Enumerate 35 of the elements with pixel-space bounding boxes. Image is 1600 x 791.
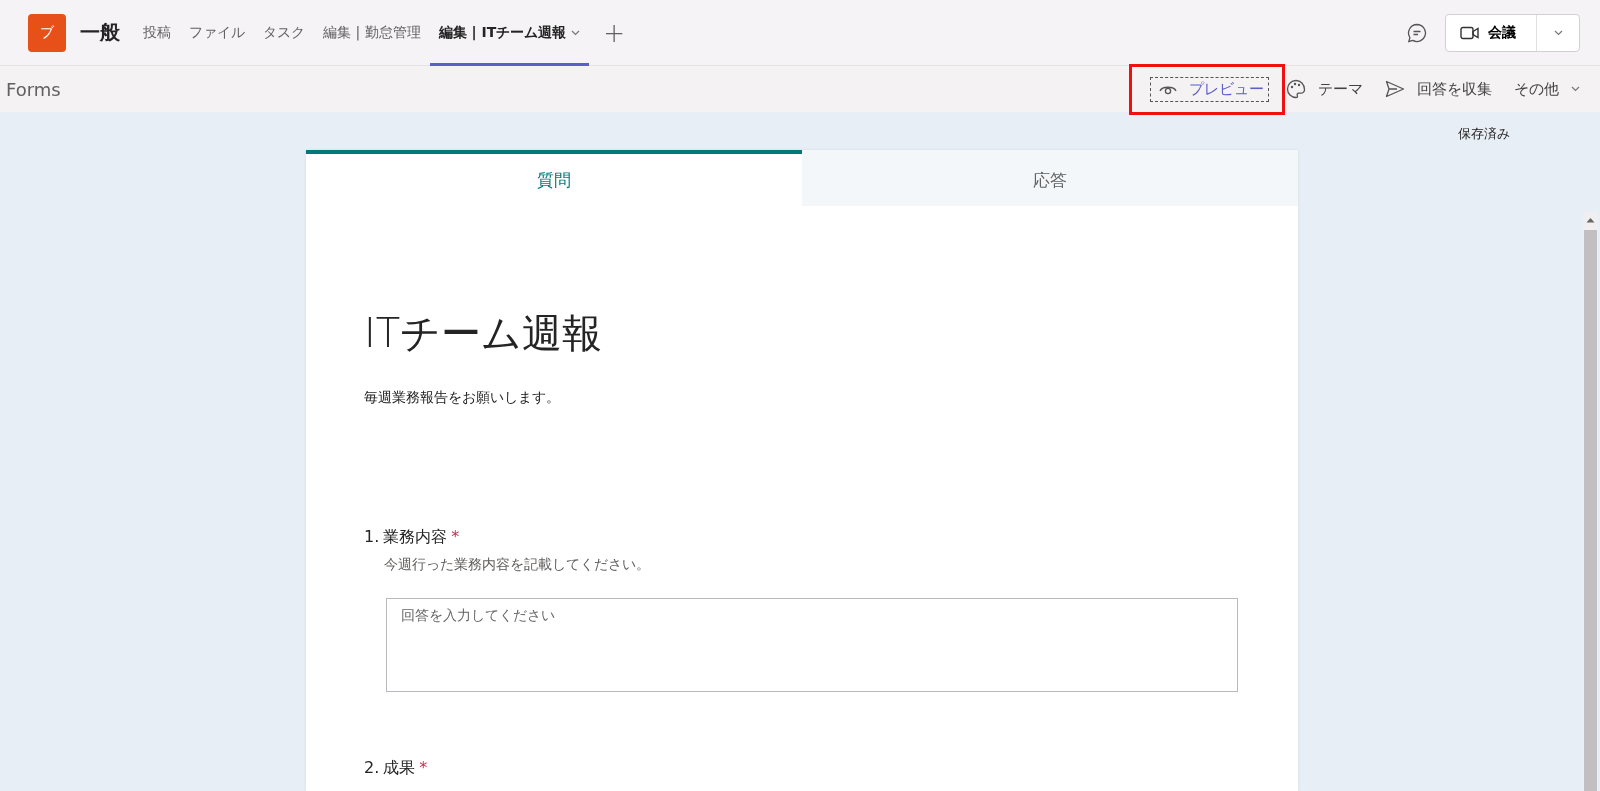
required-asterisk: *	[451, 527, 460, 548]
channel-tab[interactable]: 投稿	[134, 0, 180, 66]
channel-tab[interactable]: 編集 | 勤怠管理	[314, 0, 430, 66]
form-title: ITチーム週報	[364, 309, 604, 358]
scrollbar[interactable]	[1583, 212, 1598, 791]
required-asterisk: *	[419, 758, 428, 779]
question-number: 1.	[364, 527, 380, 548]
theme-button[interactable]: テーマ	[1282, 77, 1367, 101]
send-arrow-icon	[1385, 80, 1405, 98]
add-tab-button[interactable]: +	[589, 17, 640, 48]
channel-tab[interactable]: ファイル	[180, 0, 254, 66]
channel-name: 一般	[80, 19, 120, 46]
chevron-down-icon	[571, 29, 581, 36]
more-button[interactable]: その他	[1510, 77, 1584, 101]
answer-field[interactable]: 回答を入力してください	[386, 598, 1238, 692]
question-title: 成果	[383, 758, 416, 779]
question-subtitle: 今週行った業務内容を記載してください。	[384, 556, 651, 574]
question-number: 2.	[364, 758, 380, 779]
chevron-down-icon	[1553, 29, 1563, 36]
form-tab[interactable]: 応答	[802, 150, 1298, 206]
chat-bubble-icon	[1407, 22, 1427, 43]
team-logo: ブ	[28, 13, 66, 52]
channel-tab[interactable]: タスク	[254, 0, 314, 66]
preview-button[interactable]: プレビュー	[1151, 77, 1268, 101]
palette-icon	[1286, 79, 1306, 99]
save-status: 保存済み	[1458, 125, 1510, 143]
scrollbar-thumb[interactable]	[1584, 230, 1597, 791]
form-description: 毎週業務報告をお願いします。	[364, 389, 561, 407]
form-tab[interactable]: 質問	[306, 150, 802, 206]
send-button[interactable]: 回答を収集	[1381, 77, 1496, 101]
video-camera-icon	[1460, 25, 1480, 40]
question-title: 業務内容	[383, 527, 448, 548]
chevron-down-icon	[1571, 86, 1580, 92]
app-title: Forms	[6, 78, 61, 100]
up-arrow-icon	[1586, 217, 1595, 223]
